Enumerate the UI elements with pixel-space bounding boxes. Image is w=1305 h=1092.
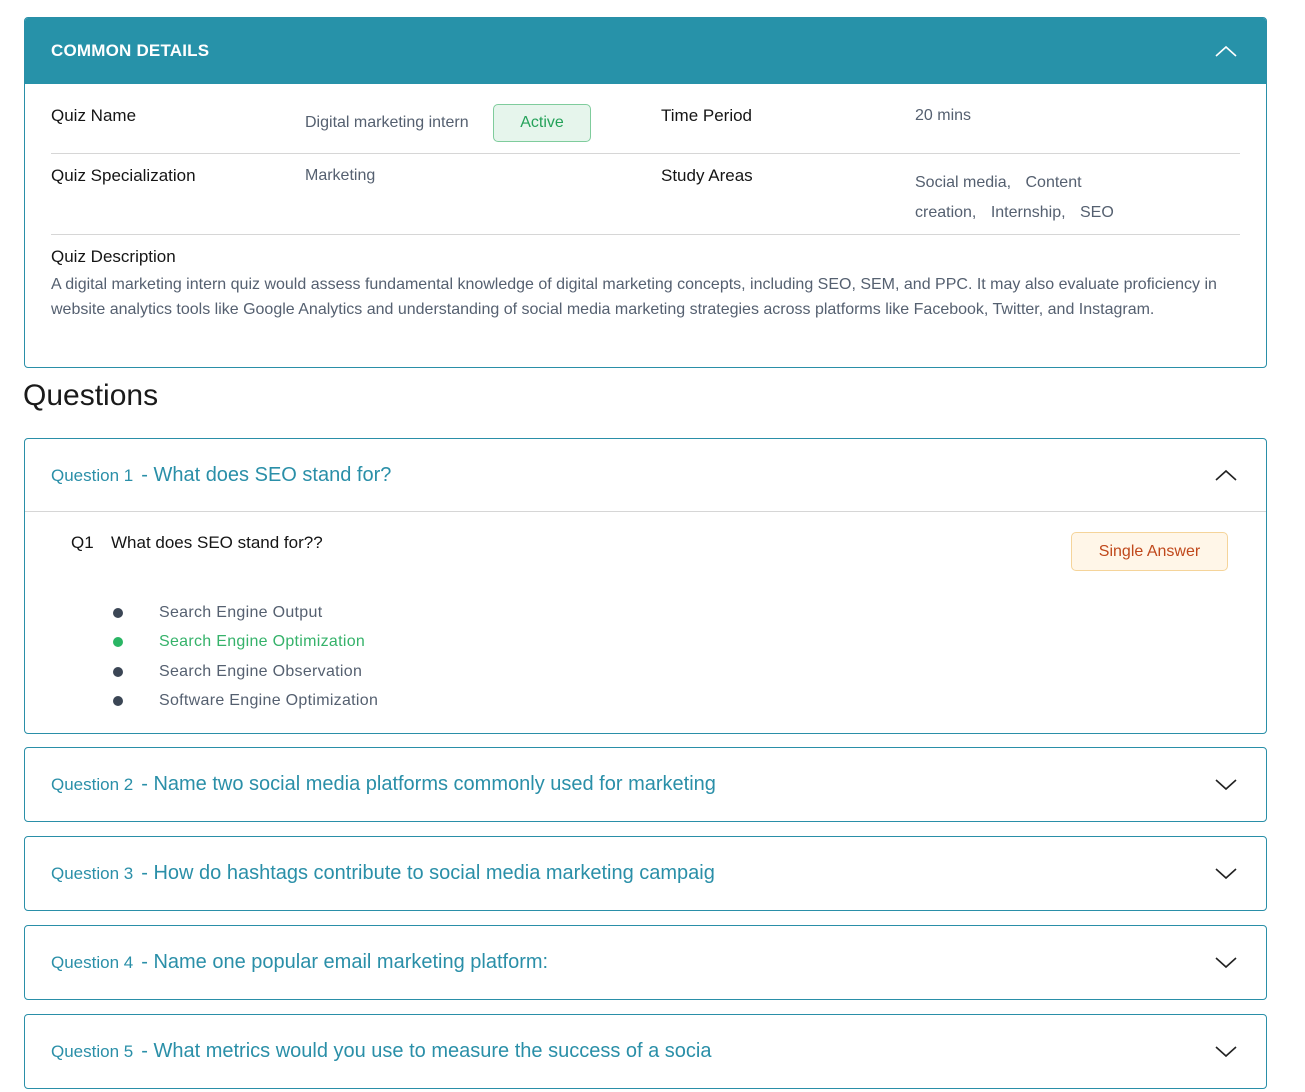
study-areas-label: Study Areas xyxy=(661,166,753,185)
quiz-description-label: Quiz Description xyxy=(51,247,176,266)
common-details-panel: COMMON DETAILS Quiz Name Digital marketi… xyxy=(24,17,1267,368)
question-number: Question 2 xyxy=(51,775,134,794)
question-card: Question 1 - What does SEO stand for? Q1… xyxy=(24,438,1267,734)
question-card: Question 4 - Name one popular email mark… xyxy=(24,925,1267,1000)
time-period-value: 20 mins xyxy=(915,107,972,124)
study-area-tag: Social media, xyxy=(915,174,1012,191)
question-heading: Question 1 - What does SEO stand for? xyxy=(51,464,391,487)
question-body: Q1 What does SEO stand for?? Single Answ… xyxy=(25,512,1266,734)
chevron-down-icon[interactable] xyxy=(1212,864,1240,884)
bullet-icon xyxy=(113,607,123,618)
question-header[interactable]: Question 5 - What metrics would you use … xyxy=(25,1015,1266,1088)
quiz-name-label: Quiz Name xyxy=(51,106,137,125)
question-heading: Question 4 - Name one popular email mark… xyxy=(51,951,548,974)
quiz-description-text: A digital marketing intern quiz would as… xyxy=(51,276,1217,318)
question-text: What does SEO stand for?? xyxy=(111,533,323,552)
bullet-icon xyxy=(113,637,123,648)
question-card: Question 5 - What metrics would you use … xyxy=(24,1014,1267,1089)
study-area-tag: Internship, xyxy=(990,204,1066,221)
chevron-up-icon[interactable] xyxy=(1212,41,1240,61)
answer-option-label: Search Engine Observation xyxy=(159,662,363,680)
bullet-icon xyxy=(113,696,123,707)
questions-heading: Questions xyxy=(23,379,159,412)
quiz-name-value: Digital marketing intern xyxy=(305,114,469,131)
question-title: - What metrics would you use to measure … xyxy=(141,1040,712,1062)
chevron-down-icon[interactable] xyxy=(1212,775,1240,795)
answer-option: Software Engine Optimization xyxy=(113,687,378,717)
question-header[interactable]: Question 2 - Name two social media platf… xyxy=(25,748,1266,821)
answer-option-label: Search Engine Optimization xyxy=(159,633,366,651)
common-details-title: COMMON DETAILS xyxy=(51,41,210,60)
bullet-icon xyxy=(113,666,123,677)
study-areas-list: Social media, Content creation, Internsh… xyxy=(915,168,1145,228)
answer-option-label: Software Engine Optimization xyxy=(159,692,379,710)
question-card: Question 3 - How do hashtags contribute … xyxy=(24,836,1267,911)
question-heading: Question 3 - How do hashtags contribute … xyxy=(51,862,715,885)
chevron-down-icon[interactable] xyxy=(1212,1042,1240,1062)
question-heading: Question 5 - What metrics would you use … xyxy=(51,1040,711,1063)
question-header[interactable]: Question 1 - What does SEO stand for? xyxy=(25,439,1266,512)
chevron-up-icon[interactable] xyxy=(1212,465,1240,485)
question-title: - What does SEO stand for? xyxy=(141,463,392,486)
answer-type-badge: Single Answer xyxy=(1071,532,1228,571)
answer-option-label: Search Engine Output xyxy=(159,603,323,621)
question-header[interactable]: Question 4 - Name one popular email mark… xyxy=(25,926,1266,999)
question-title: - Name two social media platforms common… xyxy=(141,773,716,795)
question-number: Question 3 xyxy=(51,864,134,883)
quiz-specialization-value: Marketing xyxy=(305,167,376,184)
question-header[interactable]: Question 3 - How do hashtags contribute … xyxy=(25,837,1266,910)
answer-option: Search Engine Observation xyxy=(113,657,378,687)
question-title: - How do hashtags contribute to social m… xyxy=(141,862,715,884)
question-title: - Name one popular email marketing platf… xyxy=(141,951,549,973)
time-period-label: Time Period xyxy=(661,106,753,125)
question-number: Question 1 xyxy=(51,465,134,485)
common-details-header[interactable]: COMMON DETAILS xyxy=(25,18,1266,84)
quiz-specialization-label: Quiz Specialization xyxy=(51,166,196,185)
chevron-down-icon[interactable] xyxy=(1212,953,1240,973)
question-code: Q1 xyxy=(71,533,94,552)
answer-options-list: Search Engine Output Search Engine Optim… xyxy=(113,598,378,716)
details-row-name: Quiz Name Digital marketing intern Activ… xyxy=(51,84,1240,154)
status-badge: Active xyxy=(493,104,591,142)
question-heading: Question 2 - Name two social media platf… xyxy=(51,773,716,796)
details-row-specialization: Quiz Specialization Marketing Study Area… xyxy=(51,154,1240,235)
question-number: Question 4 xyxy=(51,953,134,972)
answer-option-correct: Search Engine Optimization xyxy=(113,628,378,658)
question-card: Question 2 - Name two social media platf… xyxy=(24,747,1267,822)
question-number: Question 5 xyxy=(51,1042,134,1061)
answer-option: Search Engine Output xyxy=(113,598,378,628)
study-area-tag: SEO xyxy=(1080,204,1114,221)
